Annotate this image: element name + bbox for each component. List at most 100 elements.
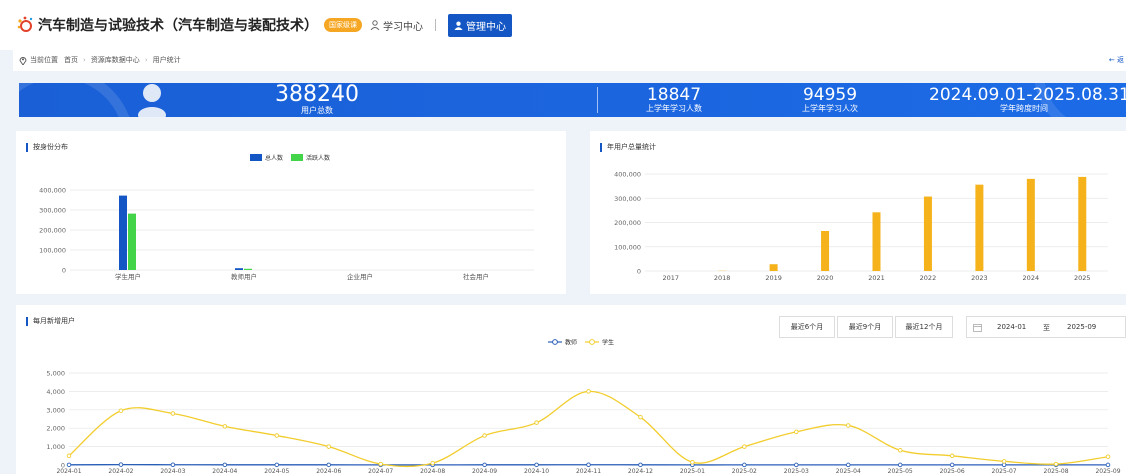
x-tick-label: 2024-05 — [264, 468, 289, 474]
identity-chart-title: 按身份分布 — [26, 143, 68, 152]
x-tick-label: 2019 — [765, 274, 782, 282]
data-point-student — [326, 444, 332, 449]
data-point-student — [118, 408, 124, 413]
date-from-input[interactable]: 2024-01 — [997, 323, 1026, 331]
data-point-student — [222, 424, 228, 429]
identity-distribution-card: 按身份分布 400,000 300,000 200,000 100,000 0 总人数 活跃… — [16, 131, 566, 294]
last-12-months-button[interactable]: 最近12个月 — [895, 316, 953, 338]
data-point-teacher — [742, 462, 747, 468]
x-tick-label: 2025-05 — [888, 468, 913, 474]
date-to-separator: 至 — [1043, 324, 1050, 332]
bar-yearly-total — [821, 230, 830, 271]
last-9-months-button[interactable]: 最近9个月 — [837, 316, 893, 338]
last-6-months-button[interactable]: 最近6个月 — [779, 316, 835, 338]
x-tick-label: 2022 — [920, 274, 937, 282]
monthly-y-tick-label: 2,000 — [46, 425, 65, 433]
legend-label-teacher: 教师 — [565, 339, 577, 347]
x-tick-label: 2017 — [662, 274, 679, 282]
x-tick-label: 2025-07 — [992, 468, 1017, 474]
date-range-picker[interactable]: 2024-01 至 2025-09 — [966, 316, 1126, 338]
identity-bar-chart: 400,000 300,000 200,000 100,000 0 总人数 活跃人数学生用户… — [39, 154, 534, 281]
data-point-student — [690, 459, 695, 465]
yearly-chart-title: 年用户总量统计 — [600, 143, 656, 152]
x-tick-label: 2021 — [868, 274, 885, 282]
x-tick-label: 2024-12 — [628, 468, 653, 474]
learners-value: 18847 — [646, 85, 702, 105]
legend-marker-teacher — [552, 339, 558, 345]
x-tick-label: 2024-09 — [472, 468, 497, 474]
x-tick-label: 2024-07 — [368, 468, 393, 474]
data-point-student — [897, 448, 903, 453]
identity-y-tick-label: 100,000 — [39, 247, 66, 255]
yearly-y-tick-label: 400,000 — [614, 171, 641, 179]
data-point-teacher — [1001, 462, 1007, 468]
data-point-teacher — [66, 462, 72, 468]
yearly-y-tick-label: 100,000 — [614, 243, 641, 251]
yearly-y-tick-label: 300,000 — [614, 195, 641, 203]
monthly-new-users-card: 每月新增用户 5,000 4,000 3,000 2,000 1,000 0 教师 学生 202… — [16, 305, 1126, 474]
national-badge: 国家级课 — [324, 18, 362, 32]
legend-label-student: 学生 — [602, 339, 614, 347]
x-tick-label: 2024-01 — [56, 468, 81, 474]
bar-active — [128, 213, 136, 270]
breadcrumb-user-stats: 用户统计 — [152, 56, 181, 64]
data-point-student — [430, 460, 435, 466]
data-point-student — [638, 414, 643, 420]
breadcrumb: 当前位置 首页 › 资源库数据中心 › 用户统计 ← 返 — [13, 49, 1126, 71]
top-bar: 汽车制造与试验技术（汽车制造与装配技术） 国家级课 学习中心 管理中心 — [0, 0, 1126, 50]
learning-center-link[interactable]: 学习中心 — [370, 18, 423, 33]
breadcrumb-data-center[interactable]: 资源库数据中心 — [91, 55, 140, 65]
management-center-button[interactable]: 管理中心 — [448, 13, 512, 37]
bar-total — [119, 195, 127, 270]
monthly-chart-title: 每月新增用户 — [26, 317, 75, 326]
learning-center-icon — [370, 20, 380, 30]
learning-center-label: 学习中心 — [383, 21, 423, 33]
monthly-y-tick-label: 4,000 — [46, 388, 65, 396]
legend-swatch-total — [250, 154, 262, 161]
data-point-teacher — [586, 462, 591, 467]
calendar-icon — [973, 324, 982, 332]
data-point-teacher — [482, 462, 487, 468]
bar-active — [244, 268, 252, 270]
total-users-value: 388240 — [275, 83, 359, 107]
x-tick-label: 2025-09 — [1095, 468, 1120, 474]
back-link[interactable]: ← 返 — [1109, 55, 1124, 65]
data-point-teacher — [846, 462, 851, 468]
breadcrumb-home[interactable]: 首页 — [64, 55, 78, 65]
data-point-teacher — [1105, 462, 1111, 468]
legend-marker-student — [589, 339, 595, 345]
x-tick-label: 学生用户 — [115, 272, 141, 281]
data-point-student — [794, 429, 799, 435]
date-to-input[interactable]: 2025-09 — [1067, 323, 1096, 331]
visits-value: 94959 — [802, 85, 858, 105]
data-point-student — [846, 423, 851, 428]
x-tick-label: 2024-04 — [212, 468, 237, 474]
bar-yearly-total — [1078, 176, 1087, 271]
x-tick-label: 2024-08 — [420, 468, 445, 474]
monthly-y-tick-label: 5,000 — [46, 370, 65, 378]
x-tick-label: 社会用户 — [463, 272, 489, 281]
data-point-student — [1053, 461, 1059, 467]
learners-label: 上学年学习人数 — [646, 104, 702, 113]
x-tick-label: 2025-03 — [784, 468, 809, 474]
x-tick-label: 2023 — [971, 274, 988, 282]
data-point-student — [378, 461, 383, 467]
header-divider — [435, 19, 436, 31]
data-point-teacher — [638, 462, 643, 468]
data-point-student — [742, 444, 747, 449]
data-point-teacher — [222, 462, 228, 468]
monthly-y-tick-label: 1,000 — [46, 443, 65, 451]
identity-y-tick-label: 200,000 — [39, 227, 66, 235]
x-tick-label: 2025-01 — [680, 468, 705, 474]
legend-label-active: 活跃人数 — [306, 154, 330, 162]
yearly-y-tick-label: 200,000 — [614, 219, 641, 227]
x-tick-label: 2024-02 — [108, 468, 133, 474]
data-point-teacher — [794, 462, 799, 468]
school-year-label: 学年跨度时间 — [1000, 104, 1048, 113]
data-point-student — [482, 433, 487, 438]
x-tick-label: 2025 — [1074, 274, 1091, 282]
data-point-student — [1105, 454, 1111, 459]
data-point-student — [586, 389, 591, 394]
x-tick-label: 2018 — [714, 274, 731, 282]
management-center-label: 管理中心 — [466, 21, 506, 33]
